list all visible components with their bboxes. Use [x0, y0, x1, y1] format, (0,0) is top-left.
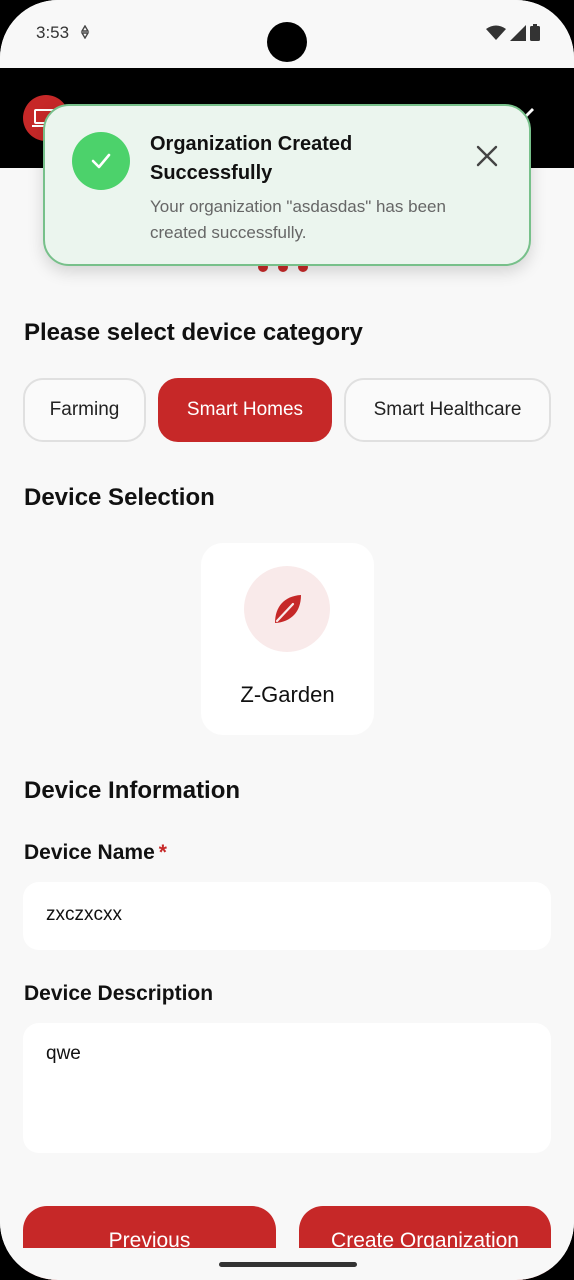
battery-icon [530, 24, 540, 41]
device-description-label: Device Description [24, 982, 214, 1005]
status-bar: 3:53 [0, 0, 574, 68]
success-toast: Organization Created Successfully Your o… [43, 104, 531, 266]
device-card-label: Z-Garden [240, 682, 335, 707]
device-name-input[interactable]: zxczxcxx [23, 882, 551, 950]
onboarding-content: Please select device category Farming Sm… [0, 168, 574, 1280]
close-icon[interactable] [475, 144, 499, 168]
chip-smart-healthcare[interactable]: Smart Healthcare [344, 378, 551, 442]
success-check-icon [72, 132, 130, 190]
leaf-icon [275, 595, 301, 623]
category-title: Please select device category [24, 319, 363, 346]
home-handle[interactable] [219, 1262, 357, 1267]
status-time: 3:53 [36, 23, 70, 42]
toast-title: Organization Created Successfully [150, 133, 353, 184]
camera-cutout [267, 22, 307, 62]
device-info-title: Device Information [24, 777, 241, 804]
chip-smart-homes[interactable]: Smart Homes [158, 378, 332, 442]
device-icon-badge [244, 566, 330, 652]
category-chips: Farming Smart Homes Smart Healthcare [23, 378, 551, 442]
gesture-nav-bar [0, 1248, 574, 1280]
required-mark: * [158, 841, 167, 864]
wifi-icon [486, 25, 506, 40]
toast-message: Your organization "asdasdas" has been cr… [150, 197, 446, 242]
device-selection-title: Device Selection [24, 484, 215, 511]
device-name-label-text: Device Name [24, 841, 155, 864]
device-name-label: Device Name * [24, 841, 167, 865]
system-icons [486, 24, 540, 41]
chip-farming[interactable]: Farming [23, 378, 146, 442]
phone-screen: 3:53 Please select device category Farmi… [0, 0, 574, 1280]
data-saver-icon [79, 24, 91, 42]
device-card-z-garden[interactable]: Z-Garden [201, 543, 374, 735]
device-description-input[interactable]: qwe [23, 1023, 551, 1153]
signal-icon [510, 24, 526, 41]
